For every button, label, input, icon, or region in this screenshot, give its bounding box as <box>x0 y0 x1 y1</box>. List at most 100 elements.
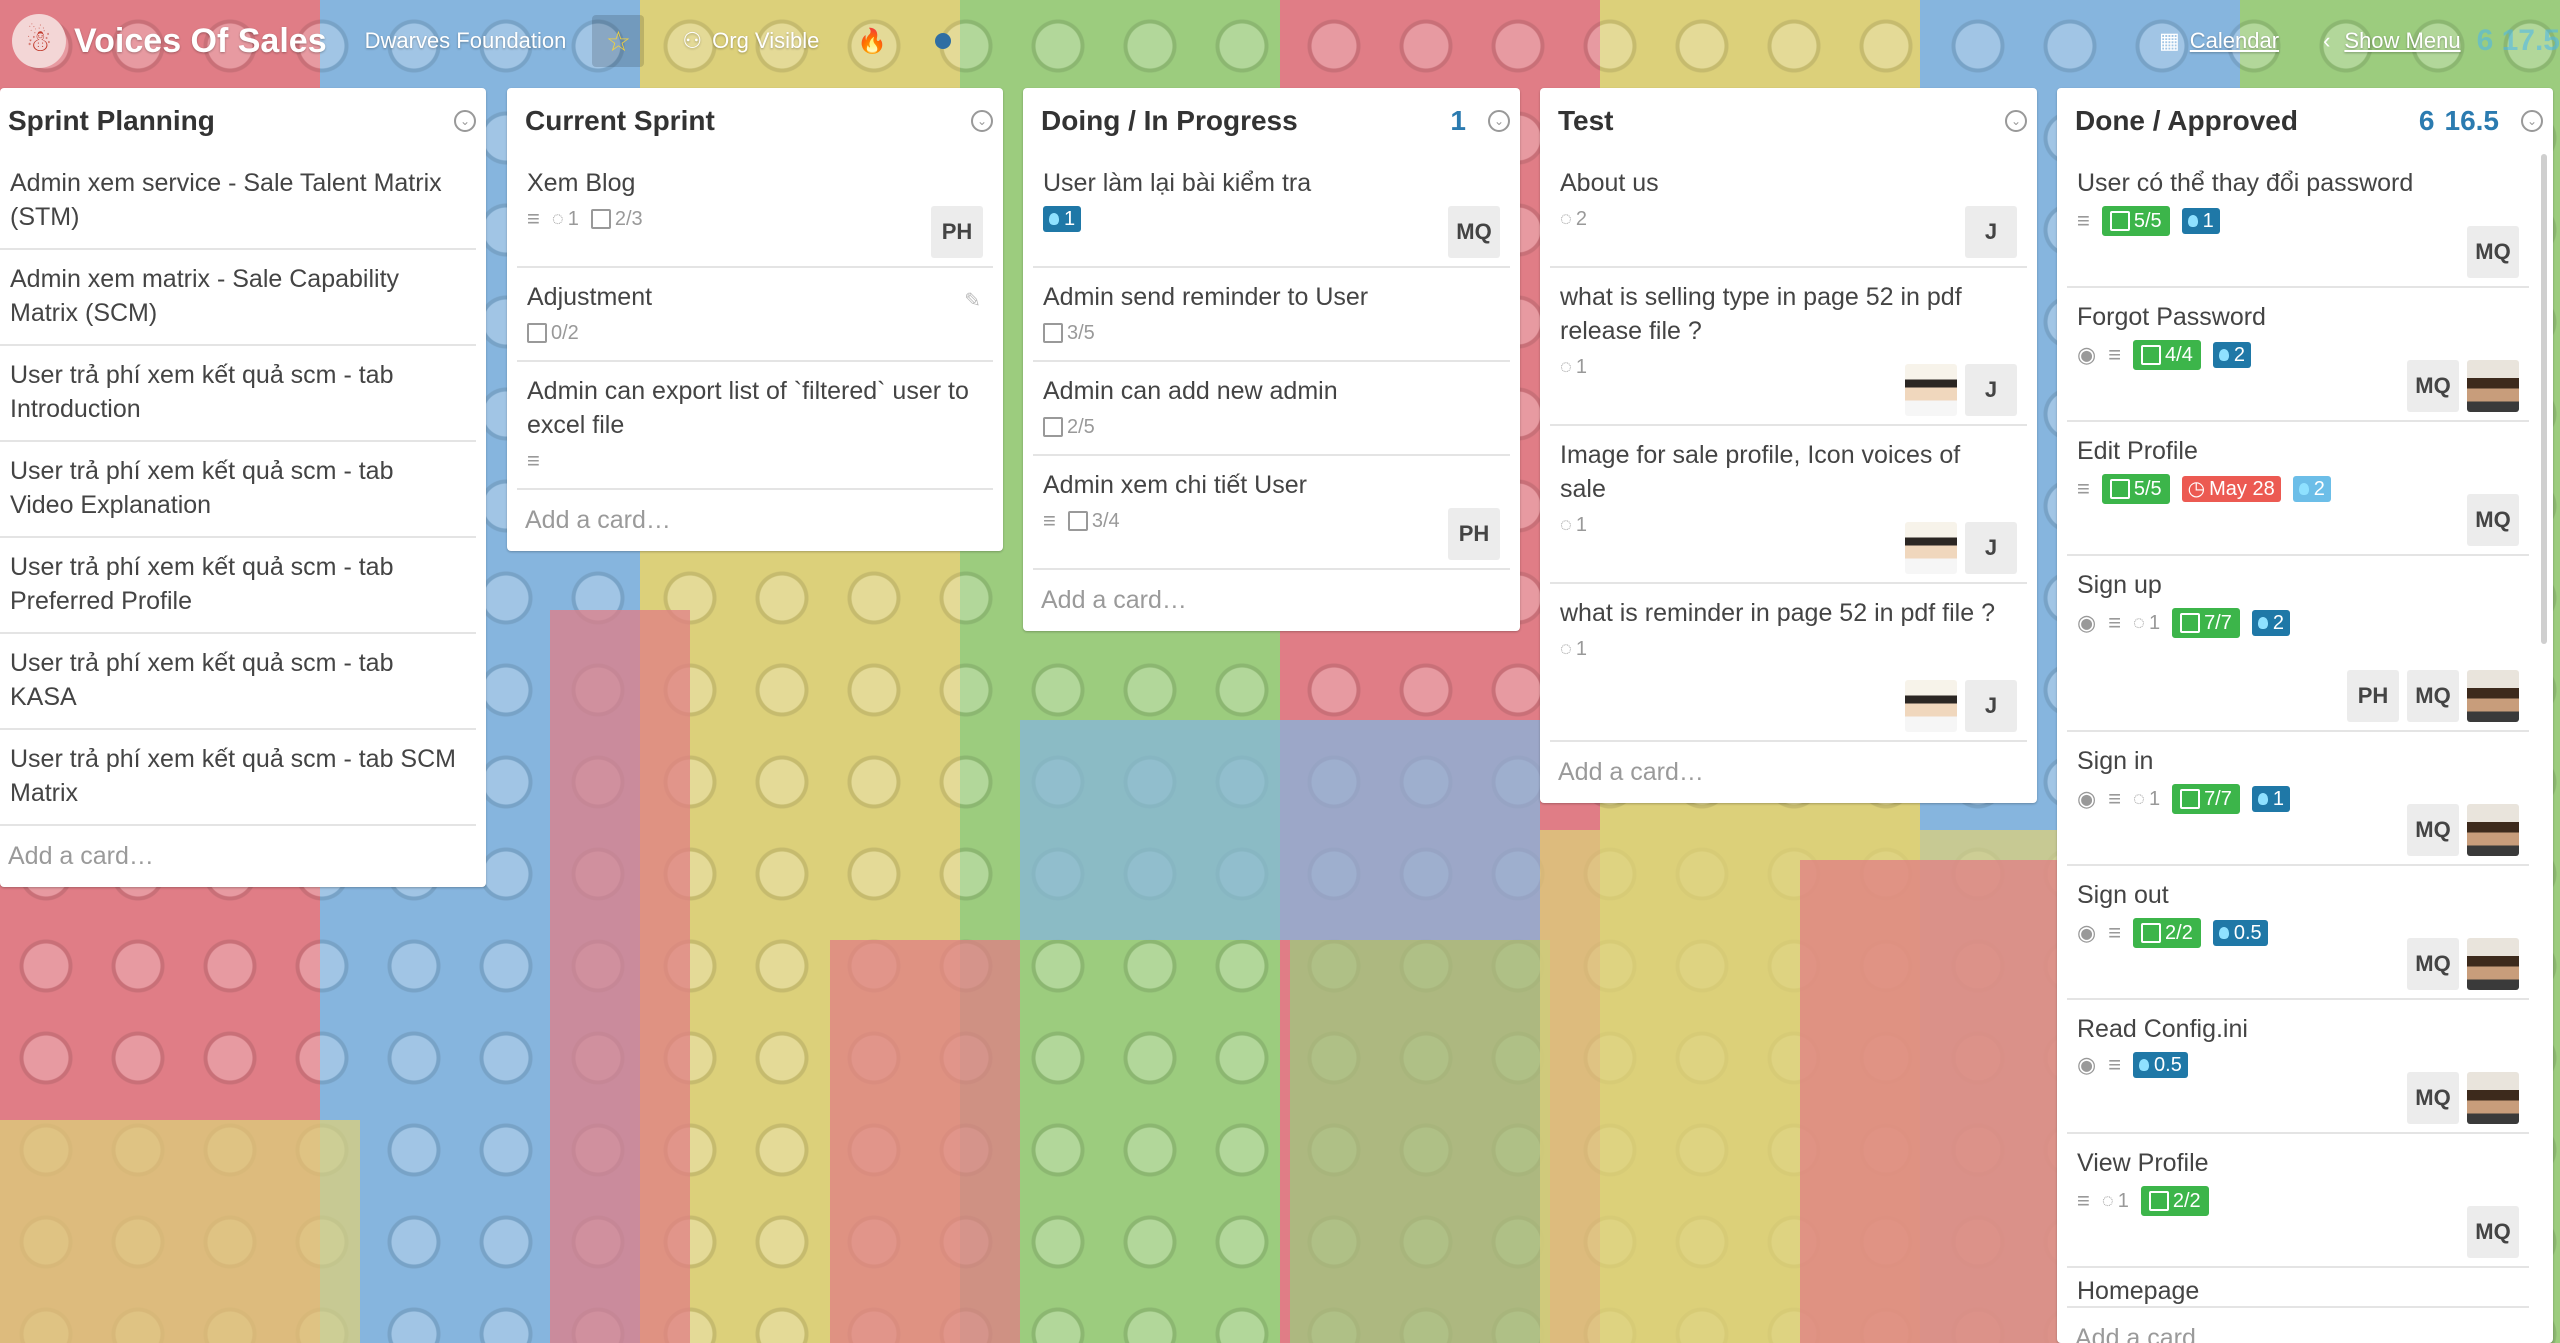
list-title[interactable]: Doing / In Progress <box>1041 105 1450 137</box>
card[interactable]: User trả phí xem kết quả scm - tab KASA <box>0 634 476 730</box>
add-card-button[interactable]: Add a card… <box>0 826 486 887</box>
list-scrollbar[interactable] <box>2541 154 2547 644</box>
member-avatar[interactable] <box>2467 670 2519 722</box>
org-name-link[interactable]: Dwarves Foundation <box>365 28 567 54</box>
add-card-button[interactable]: Add a card… <box>2057 1308 2553 1343</box>
list-header[interactable]: Current Sprint ⌄ <box>507 88 1003 154</box>
card[interactable]: Xem Blog ≡ ◌ 1 2/3 PH <box>517 154 993 268</box>
description-icon: ≡ <box>2108 342 2122 367</box>
background-block <box>1800 860 2060 1343</box>
checklist-complete-badge: 7/7 <box>2172 784 2240 814</box>
card[interactable]: Read Config.ini ◉ ≡ 0.5 MQ <box>2067 1000 2529 1134</box>
card-title: what is selling type in page 52 in pdf r… <box>1560 283 1962 345</box>
member-avatar[interactable] <box>1905 364 1957 416</box>
card[interactable]: User trả phí xem kết quả scm - tab Intro… <box>0 346 476 442</box>
member-avatar[interactable] <box>2467 1072 2519 1124</box>
card[interactable]: what is reminder in page 52 in pdf file … <box>1550 584 2027 742</box>
member-initials[interactable]: MQ <box>2467 226 2519 278</box>
checklist-icon <box>2141 345 2162 365</box>
card[interactable]: User làm lại bài kiểm tra 1 MQ <box>1033 154 1510 268</box>
card[interactable]: Edit Profile ≡ 5/5 ◷ May 28 2 MQ <box>2067 422 2529 556</box>
card[interactable]: User trả phí xem kết quả scm - tab Video… <box>0 442 476 538</box>
watch-eye-icon: ◉ <box>2077 610 2097 635</box>
add-card-button[interactable]: Add a card… <box>1023 570 1520 631</box>
card[interactable]: Image for sale profile, Icon voices of s… <box>1550 426 2027 584</box>
member-avatar[interactable] <box>2467 804 2519 856</box>
list-title[interactable]: Test <box>1558 105 2005 137</box>
member-initials[interactable]: J <box>1965 680 2017 732</box>
member-initials[interactable]: J <box>1965 364 2017 416</box>
add-card-button[interactable]: Add a card… <box>1540 742 2037 803</box>
pencil-icon[interactable]: ✎ <box>964 284 981 318</box>
list-menu-icon[interactable]: ⌄ <box>1488 110 1510 132</box>
points-value: 2 <box>2233 344 2245 366</box>
member-avatar[interactable] <box>1905 522 1957 574</box>
list-card-count: 6 <box>2418 105 2435 136</box>
card-title: Sign up <box>2077 571 2162 599</box>
chevron-left-icon[interactable]: ‹ <box>2323 28 2330 54</box>
background-block <box>1020 720 1540 940</box>
comments-count: 1 <box>567 208 579 230</box>
fire-icon[interactable]: 🔥 <box>857 27 887 56</box>
card[interactable]: Admin send reminder to User 3/5 <box>1033 268 1510 362</box>
list-menu-icon[interactable]: ⌄ <box>2521 110 2543 132</box>
card[interactable]: User có thể thay đổi password ≡ 5/5 1 MQ <box>2067 154 2529 288</box>
member-initials[interactable]: PH <box>931 206 983 258</box>
member-initials[interactable]: J <box>1965 522 2017 574</box>
list-header[interactable]: Done / Approved 6 16.5 ⌄ <box>2057 88 2553 154</box>
member-initials[interactable]: PH <box>2347 670 2399 722</box>
list-header[interactable]: Sprint Planning ⌄ <box>0 88 486 154</box>
member-avatar[interactable] <box>1905 680 1957 732</box>
calendar-icon: ▦ <box>2158 28 2180 53</box>
member-initials[interactable]: MQ <box>2407 670 2459 722</box>
list-title[interactable]: Done / Approved <box>2075 105 2419 137</box>
member-initials[interactable]: MQ <box>2407 1072 2459 1124</box>
member-initials[interactable]: PH <box>1448 508 1500 560</box>
add-card-button[interactable]: Add a card… <box>507 490 1003 551</box>
card[interactable]: Admin xem matrix - Sale Capability Matri… <box>0 250 476 346</box>
card[interactable]: Sign out ◉ ≡ 2/2 0.5 MQ <box>2067 866 2529 1000</box>
card[interactable]: Admin can export list of `filtered` user… <box>517 362 993 490</box>
visibility-button[interactable]: ⚇ Org Visible <box>682 28 819 54</box>
member-initials[interactable]: MQ <box>1448 206 1500 258</box>
member-initials[interactable]: MQ <box>2407 938 2459 990</box>
card[interactable]: Sign in ◉ ≡ ◌ 1 7/7 1 MQ <box>2067 732 2529 866</box>
card[interactable]: what is selling type in page 52 in pdf r… <box>1550 268 2027 426</box>
checklist-count: 5/5 <box>2133 210 2162 232</box>
member-initials[interactable]: MQ <box>2407 360 2459 412</box>
checklist-count: 5/5 <box>2133 478 2162 500</box>
list-title[interactable]: Current Sprint <box>525 105 971 137</box>
list-menu-icon[interactable]: ⌄ <box>2005 110 2027 132</box>
board-logo-icon[interactable]: ☃ <box>12 14 66 68</box>
card[interactable]: View Profile ≡ ◌ 1 2/2 MQ <box>2067 1134 2529 1268</box>
list-menu-icon[interactable]: ⌄ <box>454 110 476 132</box>
card[interactable]: Admin xem service - Sale Talent Matrix (… <box>0 154 476 250</box>
card[interactable]: User trả phí xem kết quả scm - tab Prefe… <box>0 538 476 634</box>
card-members: J <box>1905 364 2017 416</box>
card[interactable]: Admin can add new admin 2/5 <box>1033 362 1510 456</box>
calendar-link[interactable]: Calendar <box>2190 28 2279 54</box>
member-avatar[interactable] <box>2467 360 2519 412</box>
member-initials[interactable]: J <box>1965 206 2017 258</box>
card[interactable]: About us ◌ 2 J <box>1550 154 2027 268</box>
status-dot-icon[interactable] <box>935 33 952 49</box>
board-title[interactable]: Voices Of Sales <box>74 22 327 61</box>
card[interactable]: Forgot Password ◉ ≡ 4/4 2 MQ <box>2067 288 2529 422</box>
card[interactable]: User trả phí xem kết quả scm - tab SCM M… <box>0 730 476 826</box>
list-title[interactable]: Sprint Planning <box>8 105 454 137</box>
card[interactable]: ✎ Adjustment 0/2 <box>517 268 993 362</box>
list-header[interactable]: Doing / In Progress 1 ⌄ <box>1023 88 1520 154</box>
show-menu-link[interactable]: Show Menu <box>2344 28 2460 54</box>
card[interactable]: Sign up ◉ ≡ ◌ 1 7/7 2 PH MQ <box>2067 556 2529 732</box>
member-initials[interactable]: MQ <box>2467 1206 2519 1258</box>
member-initials[interactable]: MQ <box>2407 804 2459 856</box>
list-menu-icon[interactable]: ⌄ <box>971 110 993 132</box>
star-icon[interactable]: ☆ <box>592 15 645 67</box>
member-avatar[interactable] <box>2467 938 2519 990</box>
card[interactable]: Homepage <box>2067 1268 2529 1308</box>
due-date-badge: ◷ May 28 <box>2181 476 2281 502</box>
card[interactable]: Admin xem chi tiết User ≡ 3/4 PH <box>1033 456 1510 570</box>
list-header[interactable]: Test ⌄ <box>1540 88 2037 154</box>
comments-count: 2 <box>1575 208 1588 230</box>
member-initials[interactable]: MQ <box>2467 494 2519 546</box>
